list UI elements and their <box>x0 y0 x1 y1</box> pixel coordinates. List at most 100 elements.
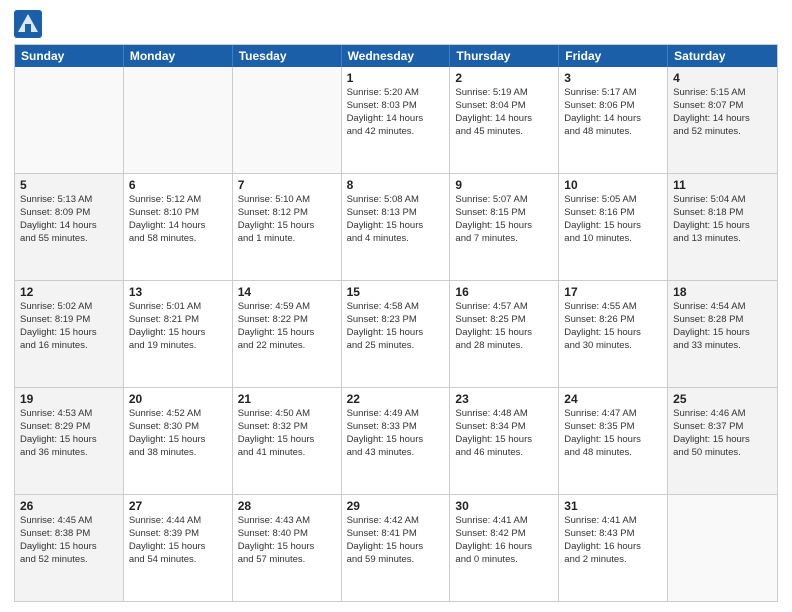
day-number: 7 <box>238 177 336 193</box>
day-number: 2 <box>455 70 553 86</box>
calendar-body: 1Sunrise: 5:20 AM Sunset: 8:03 PM Daylig… <box>15 67 777 601</box>
cal-cell: 12Sunrise: 5:02 AM Sunset: 8:19 PM Dayli… <box>15 281 124 387</box>
day-number: 5 <box>20 177 118 193</box>
cell-info: Sunrise: 4:44 AM Sunset: 8:39 PM Dayligh… <box>129 515 227 566</box>
day-number: 19 <box>20 391 118 407</box>
page: SundayMondayTuesdayWednesdayThursdayFrid… <box>0 0 792 612</box>
cal-cell: 13Sunrise: 5:01 AM Sunset: 8:21 PM Dayli… <box>124 281 233 387</box>
cal-cell: 5Sunrise: 5:13 AM Sunset: 8:09 PM Daylig… <box>15 174 124 280</box>
cell-info: Sunrise: 4:57 AM Sunset: 8:25 PM Dayligh… <box>455 301 553 352</box>
cal-cell <box>15 67 124 173</box>
day-number: 25 <box>673 391 772 407</box>
cal-cell: 16Sunrise: 4:57 AM Sunset: 8:25 PM Dayli… <box>450 281 559 387</box>
day-number: 18 <box>673 284 772 300</box>
cell-info: Sunrise: 5:10 AM Sunset: 8:12 PM Dayligh… <box>238 194 336 245</box>
header <box>14 10 778 38</box>
day-number: 1 <box>347 70 445 86</box>
cal-cell: 3Sunrise: 5:17 AM Sunset: 8:06 PM Daylig… <box>559 67 668 173</box>
cell-info: Sunrise: 5:17 AM Sunset: 8:06 PM Dayligh… <box>564 87 662 138</box>
cal-cell: 10Sunrise: 5:05 AM Sunset: 8:16 PM Dayli… <box>559 174 668 280</box>
day-number: 4 <box>673 70 772 86</box>
header-day-monday: Monday <box>124 45 233 67</box>
cell-info: Sunrise: 5:19 AM Sunset: 8:04 PM Dayligh… <box>455 87 553 138</box>
cell-info: Sunrise: 5:15 AM Sunset: 8:07 PM Dayligh… <box>673 87 772 138</box>
day-number: 15 <box>347 284 445 300</box>
day-number: 9 <box>455 177 553 193</box>
cell-info: Sunrise: 5:01 AM Sunset: 8:21 PM Dayligh… <box>129 301 227 352</box>
cal-cell: 14Sunrise: 4:59 AM Sunset: 8:22 PM Dayli… <box>233 281 342 387</box>
day-number: 17 <box>564 284 662 300</box>
cal-cell: 21Sunrise: 4:50 AM Sunset: 8:32 PM Dayli… <box>233 388 342 494</box>
calendar-row-1: 1Sunrise: 5:20 AM Sunset: 8:03 PM Daylig… <box>15 67 777 173</box>
day-number: 6 <box>129 177 227 193</box>
cal-cell: 19Sunrise: 4:53 AM Sunset: 8:29 PM Dayli… <box>15 388 124 494</box>
cal-cell: 28Sunrise: 4:43 AM Sunset: 8:40 PM Dayli… <box>233 495 342 601</box>
day-number: 13 <box>129 284 227 300</box>
cell-info: Sunrise: 4:48 AM Sunset: 8:34 PM Dayligh… <box>455 408 553 459</box>
cell-info: Sunrise: 4:41 AM Sunset: 8:43 PM Dayligh… <box>564 515 662 566</box>
day-number: 11 <box>673 177 772 193</box>
header-day-tuesday: Tuesday <box>233 45 342 67</box>
day-number: 23 <box>455 391 553 407</box>
cal-cell: 31Sunrise: 4:41 AM Sunset: 8:43 PM Dayli… <box>559 495 668 601</box>
day-number: 3 <box>564 70 662 86</box>
cal-cell: 18Sunrise: 4:54 AM Sunset: 8:28 PM Dayli… <box>668 281 777 387</box>
day-number: 14 <box>238 284 336 300</box>
cell-info: Sunrise: 4:43 AM Sunset: 8:40 PM Dayligh… <box>238 515 336 566</box>
day-number: 10 <box>564 177 662 193</box>
cell-info: Sunrise: 4:58 AM Sunset: 8:23 PM Dayligh… <box>347 301 445 352</box>
cal-cell: 20Sunrise: 4:52 AM Sunset: 8:30 PM Dayli… <box>124 388 233 494</box>
cal-cell <box>233 67 342 173</box>
calendar-row-3: 12Sunrise: 5:02 AM Sunset: 8:19 PM Dayli… <box>15 280 777 387</box>
cell-info: Sunrise: 4:55 AM Sunset: 8:26 PM Dayligh… <box>564 301 662 352</box>
header-day-sunday: Sunday <box>15 45 124 67</box>
header-day-thursday: Thursday <box>450 45 559 67</box>
cell-info: Sunrise: 5:13 AM Sunset: 8:09 PM Dayligh… <box>20 194 118 245</box>
day-number: 26 <box>20 498 118 514</box>
cal-cell: 7Sunrise: 5:10 AM Sunset: 8:12 PM Daylig… <box>233 174 342 280</box>
cal-cell: 24Sunrise: 4:47 AM Sunset: 8:35 PM Dayli… <box>559 388 668 494</box>
logo-icon <box>14 10 42 38</box>
cell-info: Sunrise: 4:59 AM Sunset: 8:22 PM Dayligh… <box>238 301 336 352</box>
cal-cell: 17Sunrise: 4:55 AM Sunset: 8:26 PM Dayli… <box>559 281 668 387</box>
cell-info: Sunrise: 5:05 AM Sunset: 8:16 PM Dayligh… <box>564 194 662 245</box>
calendar-row-4: 19Sunrise: 4:53 AM Sunset: 8:29 PM Dayli… <box>15 387 777 494</box>
cell-info: Sunrise: 5:04 AM Sunset: 8:18 PM Dayligh… <box>673 194 772 245</box>
cell-info: Sunrise: 4:54 AM Sunset: 8:28 PM Dayligh… <box>673 301 772 352</box>
cal-cell: 1Sunrise: 5:20 AM Sunset: 8:03 PM Daylig… <box>342 67 451 173</box>
day-number: 12 <box>20 284 118 300</box>
cell-info: Sunrise: 4:45 AM Sunset: 8:38 PM Dayligh… <box>20 515 118 566</box>
day-number: 20 <box>129 391 227 407</box>
cal-cell: 30Sunrise: 4:41 AM Sunset: 8:42 PM Dayli… <box>450 495 559 601</box>
cell-info: Sunrise: 4:47 AM Sunset: 8:35 PM Dayligh… <box>564 408 662 459</box>
day-number: 21 <box>238 391 336 407</box>
cal-cell <box>124 67 233 173</box>
day-number: 16 <box>455 284 553 300</box>
cal-cell: 26Sunrise: 4:45 AM Sunset: 8:38 PM Dayli… <box>15 495 124 601</box>
calendar-header: SundayMondayTuesdayWednesdayThursdayFrid… <box>15 45 777 67</box>
day-number: 30 <box>455 498 553 514</box>
calendar: SundayMondayTuesdayWednesdayThursdayFrid… <box>14 44 778 602</box>
cal-cell: 15Sunrise: 4:58 AM Sunset: 8:23 PM Dayli… <box>342 281 451 387</box>
header-day-friday: Friday <box>559 45 668 67</box>
cal-cell: 29Sunrise: 4:42 AM Sunset: 8:41 PM Dayli… <box>342 495 451 601</box>
cal-cell: 23Sunrise: 4:48 AM Sunset: 8:34 PM Dayli… <box>450 388 559 494</box>
cell-info: Sunrise: 5:08 AM Sunset: 8:13 PM Dayligh… <box>347 194 445 245</box>
day-number: 8 <box>347 177 445 193</box>
logo <box>14 10 46 38</box>
cal-cell: 2Sunrise: 5:19 AM Sunset: 8:04 PM Daylig… <box>450 67 559 173</box>
cell-info: Sunrise: 5:12 AM Sunset: 8:10 PM Dayligh… <box>129 194 227 245</box>
cal-cell: 27Sunrise: 4:44 AM Sunset: 8:39 PM Dayli… <box>124 495 233 601</box>
cell-info: Sunrise: 5:02 AM Sunset: 8:19 PM Dayligh… <box>20 301 118 352</box>
day-number: 28 <box>238 498 336 514</box>
cal-cell: 8Sunrise: 5:08 AM Sunset: 8:13 PM Daylig… <box>342 174 451 280</box>
cal-cell: 22Sunrise: 4:49 AM Sunset: 8:33 PM Dayli… <box>342 388 451 494</box>
cell-info: Sunrise: 4:46 AM Sunset: 8:37 PM Dayligh… <box>673 408 772 459</box>
cell-info: Sunrise: 4:41 AM Sunset: 8:42 PM Dayligh… <box>455 515 553 566</box>
cell-info: Sunrise: 4:53 AM Sunset: 8:29 PM Dayligh… <box>20 408 118 459</box>
cell-info: Sunrise: 4:42 AM Sunset: 8:41 PM Dayligh… <box>347 515 445 566</box>
header-day-saturday: Saturday <box>668 45 777 67</box>
cal-cell: 25Sunrise: 4:46 AM Sunset: 8:37 PM Dayli… <box>668 388 777 494</box>
day-number: 22 <box>347 391 445 407</box>
cell-info: Sunrise: 4:49 AM Sunset: 8:33 PM Dayligh… <box>347 408 445 459</box>
